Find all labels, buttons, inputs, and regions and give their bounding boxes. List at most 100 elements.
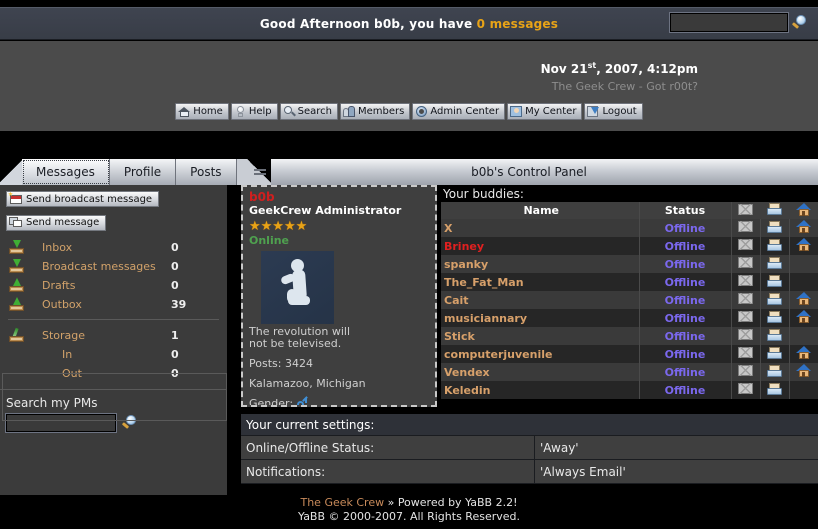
- buddy-mail-cell[interactable]: [731, 237, 761, 255]
- buddy-pm-cell[interactable]: [760, 273, 790, 291]
- nav-help[interactable]: Help: [230, 103, 278, 120]
- nav-logout[interactable]: Logout: [584, 103, 643, 120]
- magnifier-icon[interactable]: [791, 14, 808, 31]
- pm-icon[interactable]: [767, 256, 782, 269]
- buddy-pm-cell[interactable]: [760, 363, 790, 381]
- nav-search[interactable]: Search: [279, 103, 338, 120]
- buddy-mail-cell[interactable]: [731, 291, 761, 309]
- table-row[interactable]: musiciannary Offline: [441, 309, 818, 327]
- table-row[interactable]: Cait Offline: [441, 291, 818, 309]
- buddy-mail-cell[interactable]: [731, 345, 761, 363]
- settings-key: Online/Offline Status:: [241, 436, 535, 459]
- buddy-home-cell[interactable]: [789, 309, 818, 327]
- nav-home[interactable]: Home: [175, 103, 229, 120]
- sidebar-item-broadcast-messages[interactable]: Broadcast messages 0: [0, 257, 227, 276]
- buddy-name[interactable]: spanky: [441, 255, 640, 273]
- home-icon[interactable]: [796, 292, 812, 305]
- sidebar-item-storage[interactable]: Storage 1: [0, 326, 227, 345]
- mail-icon[interactable]: [738, 365, 753, 376]
- buddy-pm-cell[interactable]: [760, 381, 790, 399]
- pm-icon[interactable]: [767, 292, 782, 305]
- buddy-name[interactable]: Stick: [441, 327, 640, 345]
- buddy-name[interactable]: X: [441, 219, 640, 237]
- pm-icon[interactable]: [767, 382, 782, 395]
- send-message-button[interactable]: Send message: [6, 214, 107, 231]
- table-row[interactable]: Vendex Offline: [441, 363, 818, 381]
- table-row[interactable]: Keledin Offline: [441, 381, 818, 399]
- profile-card: b0b GeekCrew Administrator ★★★★★ Online …: [241, 185, 437, 407]
- home-icon[interactable]: [796, 220, 812, 233]
- tab-messages[interactable]: Messages: [22, 159, 110, 185]
- buddy-pm-cell[interactable]: [760, 309, 790, 327]
- top-search-input[interactable]: [669, 12, 789, 33]
- sidebar-item-drafts[interactable]: Drafts 0: [0, 276, 227, 295]
- pm-icon[interactable]: [767, 328, 782, 341]
- send-broadcast-message-button[interactable]: Send broadcast message: [6, 191, 160, 207]
- table-row[interactable]: Stick Offline: [441, 327, 818, 345]
- pm-icon[interactable]: [767, 220, 782, 233]
- buddy-home-cell[interactable]: [789, 237, 818, 255]
- tab-posts[interactable]: Posts: [176, 159, 237, 185]
- buddies-body: X Offline Briney Offline spanky Offline …: [441, 219, 818, 399]
- buddy-name[interactable]: Briney: [441, 237, 640, 255]
- sidebar-item-inbox[interactable]: Inbox 0: [0, 238, 227, 257]
- buddy-home-cell[interactable]: [789, 219, 818, 237]
- pm-icon[interactable]: [767, 364, 782, 377]
- mail-icon[interactable]: [738, 275, 753, 286]
- home-icon[interactable]: [796, 346, 812, 359]
- nav-admin-center[interactable]: Admin Center: [412, 103, 506, 120]
- buddy-home-cell[interactable]: [789, 363, 818, 381]
- buddy-name[interactable]: musiciannary: [441, 309, 640, 327]
- buddy-mail-cell[interactable]: [731, 327, 761, 345]
- home-icon[interactable]: [796, 238, 812, 251]
- table-row[interactable]: The_Fat_Man Offline: [441, 273, 818, 291]
- buddy-name[interactable]: Keledin: [441, 381, 640, 399]
- home-icon[interactable]: [796, 310, 812, 323]
- buddy-pm-cell[interactable]: [760, 237, 790, 255]
- mail-icon[interactable]: [738, 293, 753, 304]
- pm-icon[interactable]: [767, 310, 782, 323]
- table-row[interactable]: Briney Offline: [441, 237, 818, 255]
- buddy-home-cell[interactable]: [789, 345, 818, 363]
- mail-icon[interactable]: [738, 221, 753, 232]
- lightbulb-icon: [234, 105, 247, 118]
- mail-icon[interactable]: [738, 239, 753, 250]
- pm-icon[interactable]: [767, 274, 782, 287]
- table-row[interactable]: computerjuvenile Offline: [441, 345, 818, 363]
- table-row[interactable]: spanky Offline: [441, 255, 818, 273]
- buddy-pm-cell[interactable]: [760, 219, 790, 237]
- buddy-name[interactable]: computerjuvenile: [441, 345, 640, 363]
- buddy-pm-cell[interactable]: [760, 291, 790, 309]
- buddy-name[interactable]: Vendex: [441, 363, 640, 381]
- nav-logout-label: Logout: [602, 106, 637, 117]
- sidebar-item-outbox[interactable]: Outbox 39: [0, 295, 227, 314]
- buddy-mail-cell[interactable]: [731, 219, 761, 237]
- mail-icon[interactable]: [738, 311, 753, 322]
- buddy-pm-cell[interactable]: [760, 345, 790, 363]
- buddy-mail-cell[interactable]: [731, 273, 761, 291]
- mail-icon[interactable]: [738, 383, 753, 394]
- pm-icon[interactable]: [767, 238, 782, 251]
- nav-members[interactable]: Members: [340, 103, 411, 120]
- top-greeting-bar: Good Afternoon b0b, you have 0 messages: [0, 7, 818, 40]
- nav-my-center[interactable]: My Center: [507, 103, 583, 120]
- home-icon[interactable]: [796, 364, 812, 377]
- buddy-pm-cell[interactable]: [760, 327, 790, 345]
- buddy-pm-cell[interactable]: [760, 255, 790, 273]
- mail-icon[interactable]: [738, 329, 753, 340]
- mail-icon[interactable]: [738, 257, 753, 268]
- buddy-mail-cell[interactable]: [731, 255, 761, 273]
- tab-profile[interactable]: Profile: [109, 159, 177, 185]
- sidebar-item-storage-in[interactable]: In 0: [0, 345, 227, 364]
- table-row[interactable]: X Offline: [441, 219, 818, 237]
- pm-icon[interactable]: [767, 346, 782, 359]
- footer-site-link[interactable]: The Geek Crew: [300, 496, 384, 509]
- buddy-mail-cell[interactable]: [731, 381, 761, 399]
- buddy-mail-cell[interactable]: [731, 309, 761, 327]
- buddy-mail-cell[interactable]: [731, 363, 761, 381]
- buddy-name[interactable]: The_Fat_Man: [441, 273, 640, 291]
- inbox-down-icon: [8, 240, 26, 255]
- buddy-home-cell[interactable]: [789, 291, 818, 309]
- mail-icon[interactable]: [738, 347, 753, 358]
- buddy-name[interactable]: Cait: [441, 291, 640, 309]
